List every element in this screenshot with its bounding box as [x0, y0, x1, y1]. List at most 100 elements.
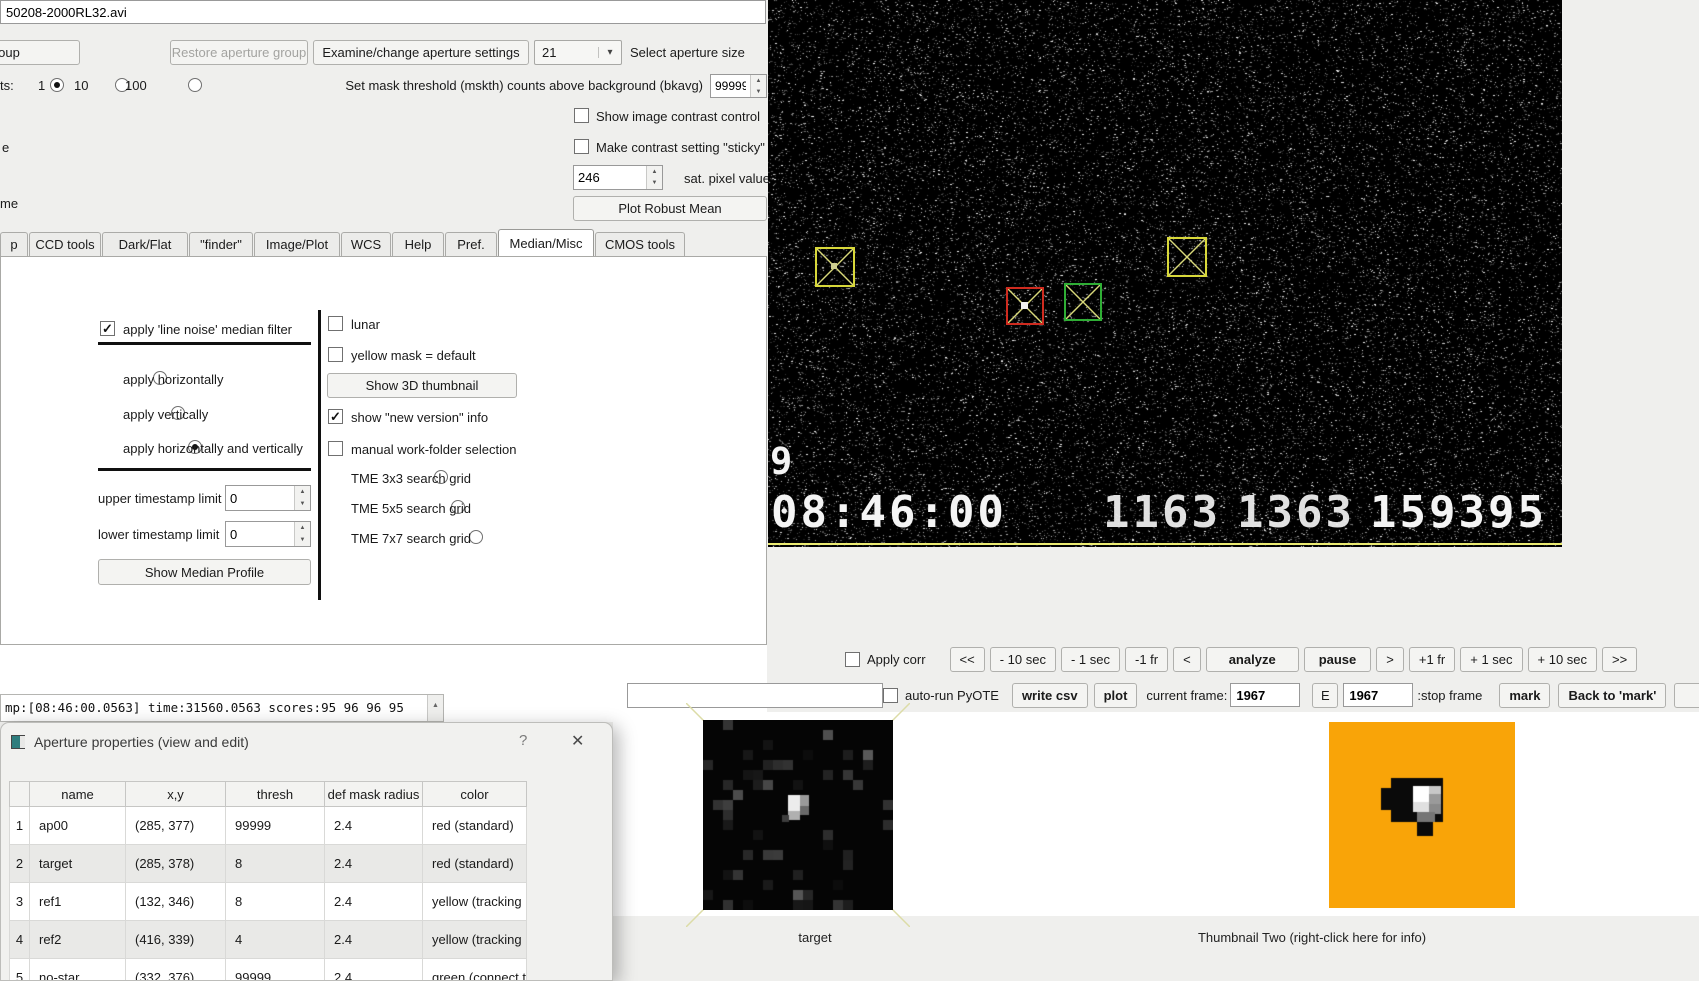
main-image-view[interactable]: 9 08:46:00 1163 1363 159395 — [768, 0, 1562, 547]
filename-input[interactable] — [0, 0, 766, 24]
tab-dark-flat[interactable]: Dark/Flat — [102, 232, 188, 256]
col-name[interactable]: name — [29, 781, 126, 807]
step-back-button[interactable]: < — [1173, 646, 1201, 672]
tab-finder[interactable]: "finder" — [189, 232, 253, 256]
forward-10-sec-button[interactable]: + 10 sec — [1527, 646, 1598, 672]
plot-robust-mean-button[interactable]: Plot Robust Mean — [573, 196, 767, 221]
tab-cmos-tools[interactable]: CMOS tools — [595, 232, 685, 256]
spin-up-icon[interactable]: ▲ — [295, 486, 310, 498]
mask-threshold-value[interactable] — [711, 75, 750, 97]
lunar-checkbox[interactable]: ✓ — [328, 316, 343, 331]
new-version-checkbox[interactable]: ✓ — [328, 409, 343, 424]
help-icon[interactable]: ? — [519, 732, 527, 749]
upper-timestamp-value[interactable] — [226, 486, 294, 510]
tab-image-plot[interactable]: Image/Plot — [254, 232, 340, 256]
cell-color[interactable]: red (standard) — [422, 844, 527, 883]
plot-button[interactable]: plot — [1093, 682, 1138, 708]
tab-cut[interactable]: p — [0, 232, 28, 256]
cell-color[interactable]: yellow (tracking ... — [422, 920, 527, 959]
aperture-box-ref2[interactable] — [1167, 237, 1207, 277]
sat-pixel-spinbox[interactable]: ▲ ▼ — [573, 165, 663, 190]
table-row[interactable]: 4 ref2 (416, 339) 4 2.4 yellow (tracking… — [9, 920, 527, 959]
aperture-group-button[interactable]: oup — [0, 40, 80, 65]
cell-radius[interactable]: 2.4 — [324, 958, 423, 980]
back-10-sec-button[interactable]: - 10 sec — [989, 646, 1056, 672]
aperture-box-no-star[interactable] — [1064, 283, 1102, 321]
col-radius[interactable]: def mask radius — [324, 781, 423, 807]
spin-up-icon[interactable]: ▲ — [751, 75, 766, 86]
aperture-box-ref1[interactable] — [815, 247, 855, 287]
cell-thresh[interactable]: 99999 — [225, 958, 325, 980]
cell-xy[interactable]: (332, 376) — [125, 958, 226, 980]
lower-timestamp-spinbox[interactable]: ▲ ▼ — [225, 521, 311, 547]
current-frame-input[interactable] — [1230, 683, 1301, 707]
log-textbox[interactable]: mp:[08:46:00.0563] time:31560.0563 score… — [0, 694, 444, 722]
cell-thresh[interactable]: 4 — [225, 920, 325, 959]
cell-color[interactable]: green (connect t... — [422, 958, 527, 980]
show-contrast-checkbox[interactable]: ✓ — [574, 108, 589, 123]
jump-start-button[interactable]: << — [949, 646, 985, 672]
spin-down-icon[interactable]: ▼ — [647, 178, 662, 190]
back-to-mark-button[interactable]: Back to 'mark' — [1558, 682, 1667, 708]
col-xy[interactable]: x,y — [125, 781, 226, 807]
tab-help[interactable]: Help — [392, 232, 444, 256]
scroll-up-icon[interactable]: ▲ — [432, 702, 439, 709]
spin-up-icon[interactable]: ▲ — [647, 166, 662, 178]
cell-name[interactable]: ref2 — [29, 920, 126, 959]
spin-down-icon[interactable]: ▼ — [295, 498, 310, 510]
cell-xy[interactable]: (416, 339) — [125, 920, 226, 959]
spin-down-icon[interactable]: ▼ — [295, 534, 310, 546]
table-row[interactable]: 5 no-star (332, 376) 99999 2.4 green (co… — [9, 958, 527, 980]
cell-radius[interactable]: 2.4 — [324, 806, 423, 845]
cell-thresh[interactable]: 99999 — [225, 806, 325, 845]
yellow-mask-checkbox[interactable]: ✓ — [328, 347, 343, 362]
sticky-contrast-checkbox[interactable]: ✓ — [574, 139, 589, 154]
mask-threshold-spinbox[interactable]: ▲ ▼ — [710, 74, 767, 98]
write-csv-button[interactable]: write csv — [1011, 682, 1088, 708]
step-forward-button[interactable]: > — [1376, 646, 1404, 672]
forward-1-frame-button[interactable]: +1 fr — [1408, 646, 1456, 672]
tab-wcs[interactable]: WCS — [341, 232, 391, 256]
pause-button[interactable]: pause — [1303, 646, 1372, 672]
increment-100-radio[interactable] — [188, 78, 203, 92]
clear-data-button[interactable]: clear d — [1674, 682, 1699, 708]
cell-radius[interactable]: 2.4 — [324, 882, 423, 921]
tab-ccd-tools[interactable]: CCD tools — [29, 232, 101, 256]
forward-1-sec-button[interactable]: + 1 sec — [1460, 646, 1523, 672]
line-noise-filter-checkbox[interactable]: ✓ — [100, 321, 115, 336]
e-button[interactable]: E — [1312, 682, 1339, 708]
tab-pref[interactable]: Pref. — [445, 232, 497, 256]
restore-aperture-group-button[interactable]: Restore aperture group — [170, 40, 308, 65]
col-color[interactable]: color — [422, 781, 527, 807]
stop-frame-input[interactable] — [1343, 683, 1414, 707]
table-row[interactable]: 1 ap00 (285, 377) 99999 2.4 red (standar… — [9, 806, 527, 845]
jump-end-button[interactable]: >> — [1602, 646, 1638, 672]
apply-corr-checkbox[interactable]: ✓ — [845, 651, 860, 667]
show-3d-thumbnail-button[interactable]: Show 3D thumbnail — [327, 373, 517, 398]
examine-aperture-settings-button[interactable]: Examine/change aperture settings — [313, 40, 529, 65]
spin-down-icon[interactable]: ▼ — [751, 86, 766, 97]
col-thresh[interactable]: thresh — [225, 781, 325, 807]
cell-radius[interactable]: 2.4 — [324, 844, 423, 883]
aperture-box-target[interactable] — [1006, 287, 1044, 325]
increment-1-radio[interactable] — [50, 78, 64, 92]
tme-7x7-radio[interactable] — [469, 530, 483, 544]
cell-xy[interactable]: (132, 346) — [125, 882, 226, 921]
cell-thresh[interactable]: 8 — [225, 882, 325, 921]
cell-xy[interactable]: (285, 378) — [125, 844, 226, 883]
lower-timestamp-value[interactable] — [226, 522, 294, 546]
cell-radius[interactable]: 2.4 — [324, 920, 423, 959]
analyze-button[interactable]: analyze — [1205, 646, 1299, 672]
upper-timestamp-spinbox[interactable]: ▲ ▼ — [225, 485, 311, 511]
close-icon[interactable]: ✕ — [571, 731, 584, 751]
log-scrollbar[interactable]: ▲ — [427, 695, 443, 721]
spin-up-icon[interactable]: ▲ — [295, 522, 310, 534]
cell-name[interactable]: ap00 — [29, 806, 126, 845]
auto-run-pyote-checkbox[interactable]: ✓ — [883, 687, 898, 703]
aperture-size-select[interactable]: 21 ▾ — [534, 40, 622, 65]
mark-button[interactable]: mark — [1499, 682, 1551, 708]
manual-folder-checkbox[interactable]: ✓ — [328, 441, 343, 456]
cell-color[interactable]: yellow (tracking ... — [422, 882, 527, 921]
thumbnail-two-canvas[interactable] — [1329, 722, 1515, 908]
cell-xy[interactable]: (285, 377) — [125, 806, 226, 845]
